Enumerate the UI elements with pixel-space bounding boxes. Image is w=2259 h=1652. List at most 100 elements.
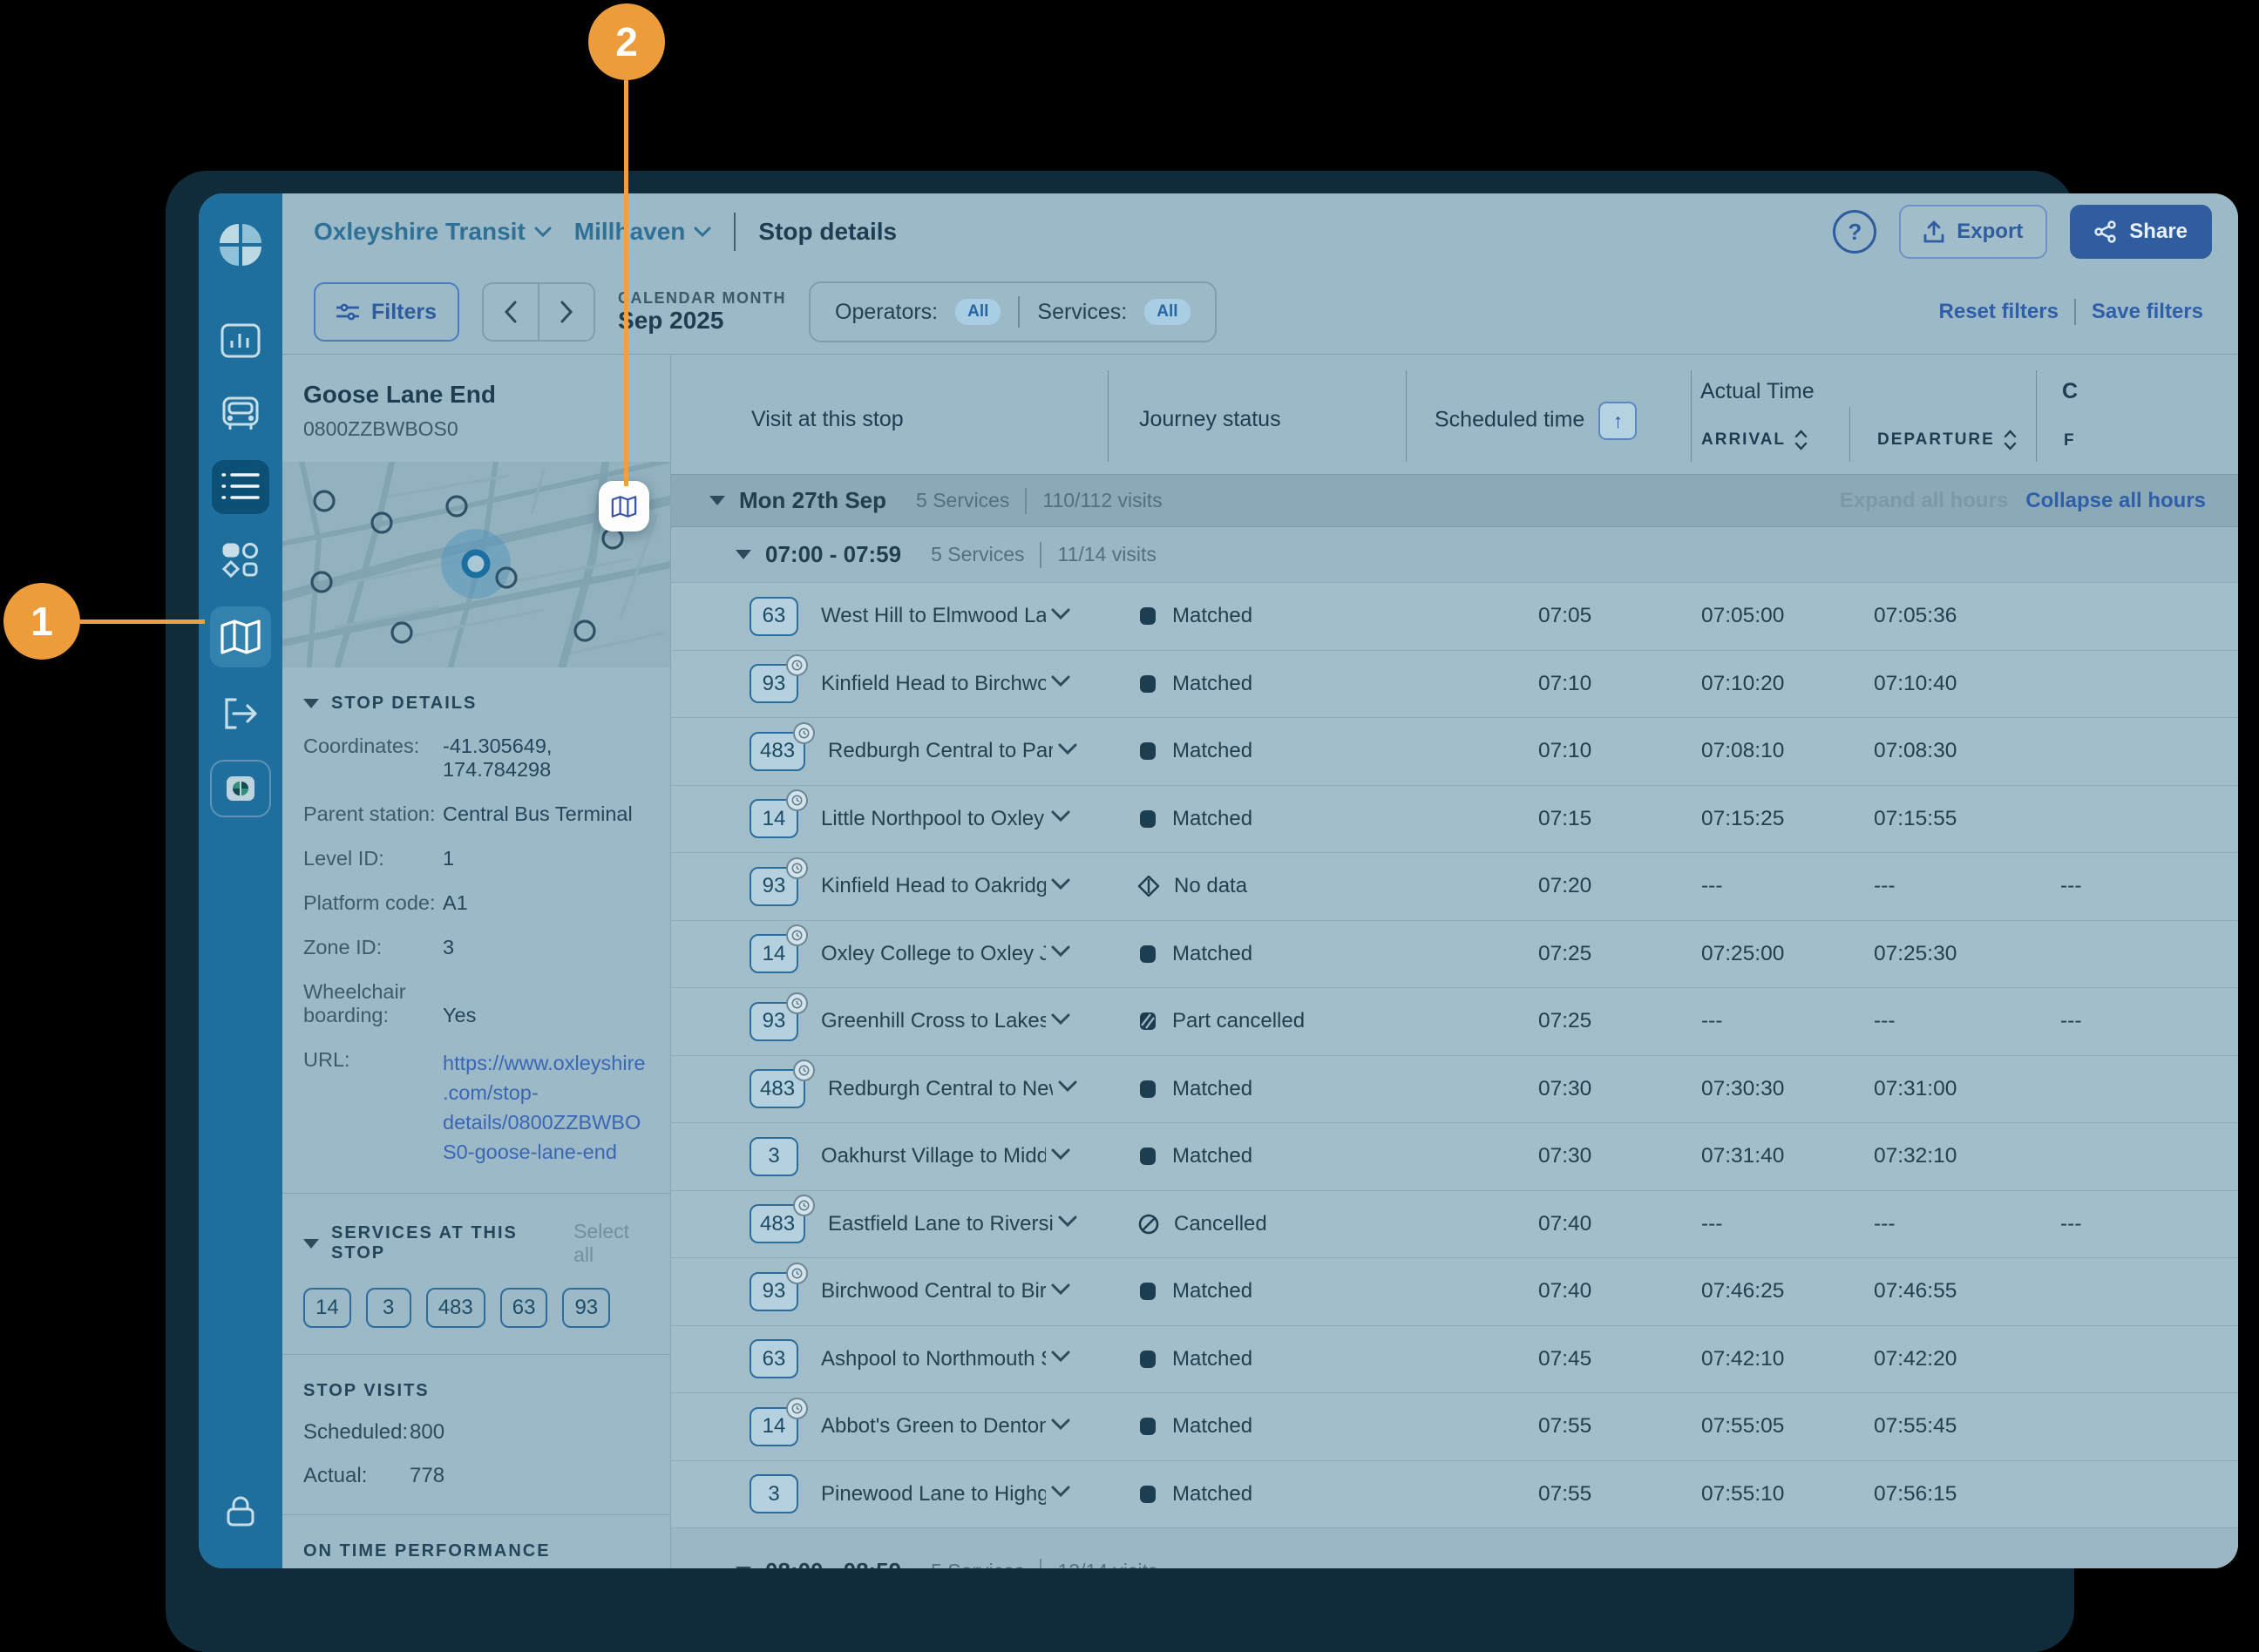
scheduled-time-value: 07:05 xyxy=(1406,604,1691,628)
col-visit-header: Visit at this stop xyxy=(751,407,904,432)
visit-table-row[interactable]: 14Abbot's Green to Denton...Matched07:55… xyxy=(671,1393,2238,1461)
save-filters-link[interactable]: Save filters xyxy=(2092,300,2203,324)
export-button[interactable]: Export xyxy=(1899,205,2047,259)
visit-table-row[interactable]: 93Greenhill Cross to Lakesi...Part cance… xyxy=(671,988,2238,1056)
route-description: Kinfield Head to Birchwo... xyxy=(821,672,1046,696)
expand-row-chevron[interactable] xyxy=(1051,1148,1070,1165)
chevron-down-icon[interactable] xyxy=(1051,1148,1070,1161)
scheduled-time-value: 07:20 xyxy=(1406,874,1691,898)
day-group-row[interactable]: Mon 27th Sep 5 Services 110/112 visits E… xyxy=(671,475,2238,527)
chevron-down-icon[interactable] xyxy=(1058,1080,1077,1093)
service-chip[interactable]: 63 xyxy=(500,1288,548,1328)
departure-subheader[interactable]: DEPARTURE xyxy=(1877,430,2017,450)
chevron-down-icon[interactable] xyxy=(1051,1351,1070,1363)
sidebar-item-apps[interactable] xyxy=(212,533,269,587)
visit-table-row[interactable]: 93Kinfield Head to Oakridg...No data07:2… xyxy=(671,853,2238,921)
services-header[interactable]: SERVICES AT THIS STOP Select all xyxy=(303,1220,649,1267)
service-chip[interactable]: 14 xyxy=(303,1288,351,1328)
operators-value-badge[interactable]: All xyxy=(955,299,1001,325)
annotation-2-number: 2 xyxy=(588,3,665,80)
chevron-down-icon[interactable] xyxy=(1051,810,1070,823)
clock-icon xyxy=(791,1268,803,1279)
select-all-link[interactable]: Select all xyxy=(573,1220,649,1267)
service-chip[interactable]: 93 xyxy=(562,1288,610,1328)
scheduled-time-value: 07:45 xyxy=(1406,1347,1691,1371)
status-label: Matched xyxy=(1172,807,1252,831)
expand-row-chevron[interactable] xyxy=(1051,945,1070,962)
sidebar-item-lock[interactable] xyxy=(212,1485,269,1539)
expand-row-chevron[interactable] xyxy=(1051,1351,1070,1367)
chevron-down-icon[interactable] xyxy=(1051,945,1070,958)
chevron-down-icon[interactable] xyxy=(1058,1215,1077,1228)
sort-ascending-button[interactable]: ↑ xyxy=(1598,402,1637,440)
expand-all-hours-link[interactable]: Expand all hours xyxy=(1840,489,2008,513)
sidebar-item-app-badge[interactable] xyxy=(210,760,271,817)
next-hour-group-row-clipped[interactable]: 08:00 - 08:59 5 Services 13/14 visits xyxy=(671,1528,2238,1568)
expand-row-chevron[interactable] xyxy=(1051,810,1070,827)
sidebar-item-map[interactable] xyxy=(210,606,271,667)
chevron-down-icon[interactable] xyxy=(1051,1418,1070,1431)
sidebar-item-analytics[interactable] xyxy=(212,314,269,368)
arrival-subheader[interactable]: ARRIVAL xyxy=(1701,430,1808,450)
sidebar-item-vehicles[interactable] xyxy=(212,387,269,441)
status-icon-wrap xyxy=(1137,1079,1158,1100)
next-month-button[interactable] xyxy=(538,284,594,340)
chevron-down-icon[interactable] xyxy=(1051,675,1070,687)
collapse-all-hours-link[interactable]: Collapse all hours xyxy=(2025,489,2206,513)
page-title: Stop details xyxy=(758,218,897,246)
visit-table-row[interactable]: 483Eastfield Lane to Riversid...Cancelle… xyxy=(671,1191,2238,1259)
chevron-down-icon[interactable] xyxy=(1058,743,1077,755)
sidebar-item-sign-out[interactable] xyxy=(212,687,269,741)
detail-value[interactable]: https://www.oxleyshire.com/stop-details/… xyxy=(443,1048,649,1167)
annotation-1-number: 1 xyxy=(3,583,80,660)
stop-url-link[interactable]: https://www.oxleyshire.com/stop-details/… xyxy=(443,1052,645,1163)
chevron-down-icon[interactable] xyxy=(1051,1013,1070,1026)
visit-table-row[interactable]: 63West Hill to Elmwood Lan...Matched07:0… xyxy=(671,583,2238,651)
expand-row-chevron[interactable] xyxy=(1051,1486,1070,1502)
stop-map-thumbnail[interactable] xyxy=(282,462,670,667)
open-map-button[interactable] xyxy=(599,481,649,531)
service-chip[interactable]: 483 xyxy=(426,1288,485,1328)
expand-row-chevron[interactable] xyxy=(1051,1013,1070,1030)
chevron-down-icon[interactable] xyxy=(1051,608,1070,620)
service-chip[interactable]: 3 xyxy=(366,1288,411,1328)
visit-table-row[interactable]: 483Redburgh Central to Park...Matched07:… xyxy=(671,718,2238,786)
visit-table-row[interactable]: 63Ashpool to Northmouth S...Matched07:45… xyxy=(671,1326,2238,1394)
stop-detail-row: Level ID:1 xyxy=(303,847,649,870)
previous-month-button[interactable] xyxy=(484,284,538,340)
filters-button[interactable]: Filters xyxy=(314,282,459,342)
expand-row-chevron[interactable] xyxy=(1051,608,1070,625)
expand-row-chevron[interactable] xyxy=(1051,878,1070,895)
stop-details-header[interactable]: STOP DETAILS xyxy=(303,694,649,714)
bus-icon xyxy=(220,395,261,433)
hour-group-row[interactable]: 07:00 - 07:59 5 Services 11/14 visits xyxy=(671,527,2238,583)
chevron-down-icon[interactable] xyxy=(1051,1283,1070,1296)
visit-table-row[interactable]: 93Birchwood Central to Birc...Matched07:… xyxy=(671,1258,2238,1326)
chevron-down-icon[interactable] xyxy=(1051,1486,1070,1498)
share-button[interactable]: Share xyxy=(2070,205,2212,259)
services-value-badge[interactable]: All xyxy=(1144,299,1190,325)
expand-row-chevron[interactable] xyxy=(1058,1080,1077,1097)
expand-row-chevron[interactable] xyxy=(1051,675,1070,692)
breadcrumb-organisation[interactable]: Oxleyshire Transit xyxy=(314,218,552,246)
chevron-down-icon[interactable] xyxy=(1051,878,1070,890)
actual-arrival-value: 07:25:00 xyxy=(1691,942,1849,966)
visit-table-row[interactable]: 14Little Northpool to Oxley J...Matched0… xyxy=(671,786,2238,854)
visit-table-row[interactable]: 14Oxley College to Oxley Ju...Matched07:… xyxy=(671,921,2238,989)
visit-table-row[interactable]: 3Pinewood Lane to Highg...Matched07:5507… xyxy=(671,1461,2238,1529)
breadcrumb-area[interactable]: Millhaven xyxy=(574,218,712,246)
help-button[interactable]: ? xyxy=(1833,210,1876,254)
visit-table-row[interactable]: 93Kinfield Head to Birchwo...Matched07:1… xyxy=(671,651,2238,719)
visit-table-row[interactable]: 483Redburgh Central to New...Matched07:3… xyxy=(671,1056,2238,1124)
service-chip-list: 14 3 483 63 93 xyxy=(303,1288,649,1328)
visit-table-row[interactable]: 3Oakhurst Village to Middl...Matched07:3… xyxy=(671,1123,2238,1191)
expand-row-chevron[interactable] xyxy=(1058,743,1077,760)
actual-arrival-value: 07:15:25 xyxy=(1691,807,1849,831)
reset-filters-link[interactable]: Reset filters xyxy=(1939,300,2059,324)
expand-row-chevron[interactable] xyxy=(1051,1418,1070,1435)
sidebar-item-stop-list[interactable] xyxy=(212,460,269,514)
col-scheduled-header[interactable]: Scheduled time↑ xyxy=(1435,402,1637,440)
expand-row-chevron[interactable] xyxy=(1051,1283,1070,1300)
actual-arrival-value: 07:10:20 xyxy=(1691,672,1849,696)
expand-row-chevron[interactable] xyxy=(1058,1215,1077,1232)
